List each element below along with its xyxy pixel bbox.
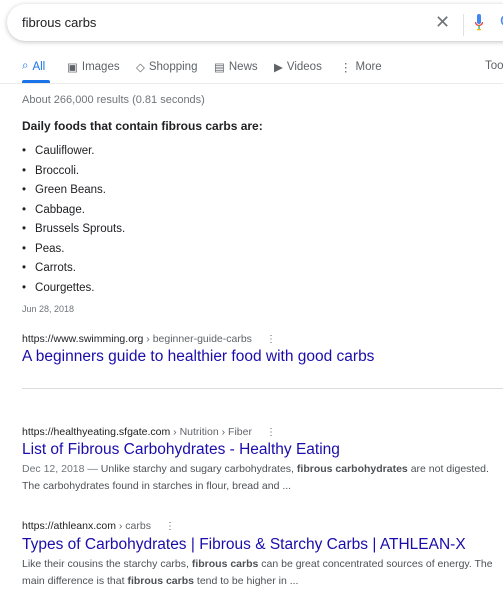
featured-snippet-heading: Daily foods that contain fibrous carbs a… bbox=[22, 119, 263, 133]
tools-button[interactable]: Too bbox=[485, 60, 503, 72]
search-result: https://www.swimming.org › beginner-guid… bbox=[22, 333, 374, 366]
list-item: Courgettes. bbox=[22, 280, 125, 300]
tab-news[interactable]: ▤ News bbox=[214, 60, 258, 74]
search-box[interactable]: fibrous carbs ✕ C bbox=[7, 4, 503, 41]
microphone-icon[interactable] bbox=[475, 14, 483, 32]
more-vert-icon: ⋮ bbox=[340, 62, 352, 74]
list-item: Broccoli. bbox=[22, 163, 125, 183]
result-snippet: Like their cousins the starchy carbs, fi… bbox=[22, 558, 493, 587]
result-url[interactable]: https://healthyeating.sfgate.com › Nutri… bbox=[22, 426, 502, 438]
divider bbox=[0, 83, 503, 84]
list-item: Peas. bbox=[22, 241, 125, 261]
search-result: https://healthyeating.sfgate.com › Nutri… bbox=[22, 426, 502, 495]
result-url[interactable]: https://www.swimming.org › beginner-guid… bbox=[22, 333, 374, 345]
tab-all[interactable]: ⌕ All bbox=[22, 60, 45, 73]
list-item: Brussels Sprouts. bbox=[22, 221, 125, 241]
result-title-link[interactable]: A beginners guide to healthier food with… bbox=[22, 348, 374, 366]
more-options-icon[interactable]: ⋮ bbox=[165, 521, 175, 532]
tag-icon: ◇ bbox=[136, 62, 145, 74]
tab-shopping[interactable]: ◇ Shopping bbox=[136, 60, 197, 74]
divider bbox=[22, 388, 503, 389]
search-result: https://athleanx.com › carbs ⋮ Types of C… bbox=[22, 520, 502, 590]
snippet-date: Jun 28, 2018 bbox=[22, 304, 75, 314]
list-item: Green Beans. bbox=[22, 182, 125, 202]
clear-icon[interactable]: ✕ bbox=[435, 12, 450, 33]
result-snippet: Dec 12, 2018 — Unlike starchy and sugary… bbox=[22, 463, 489, 492]
more-options-icon[interactable]: ⋮ bbox=[266, 334, 276, 345]
play-icon: ▶ bbox=[274, 62, 283, 74]
list-item: Cabbage. bbox=[22, 202, 125, 222]
newspaper-icon: ▤ bbox=[214, 62, 225, 74]
search-icon: ⌕ bbox=[22, 60, 29, 72]
result-title-link[interactable]: List of Fibrous Carbohydrates - Healthy … bbox=[22, 441, 502, 459]
tab-more[interactable]: ⋮ More bbox=[340, 60, 382, 74]
tab-videos[interactable]: ▶ Videos bbox=[274, 60, 322, 74]
list-item: Cauliflower. bbox=[22, 143, 125, 163]
result-title-link[interactable]: Types of Carbohydrates | Fibrous & Starc… bbox=[22, 536, 502, 554]
divider bbox=[463, 14, 464, 36]
list-item: Carrots. bbox=[22, 260, 125, 280]
tab-images[interactable]: ▣ Images bbox=[67, 60, 120, 74]
result-stats: About 266,000 results (0.81 seconds) bbox=[22, 94, 205, 106]
result-url[interactable]: https://athleanx.com › carbs ⋮ bbox=[22, 520, 502, 532]
search-input[interactable]: fibrous carbs bbox=[22, 15, 96, 30]
image-icon: ▣ bbox=[67, 62, 78, 74]
featured-snippet-list: Cauliflower. Broccoli. Green Beans. Cabb… bbox=[22, 143, 125, 299]
more-options-icon[interactable]: ⋮ bbox=[266, 427, 276, 438]
